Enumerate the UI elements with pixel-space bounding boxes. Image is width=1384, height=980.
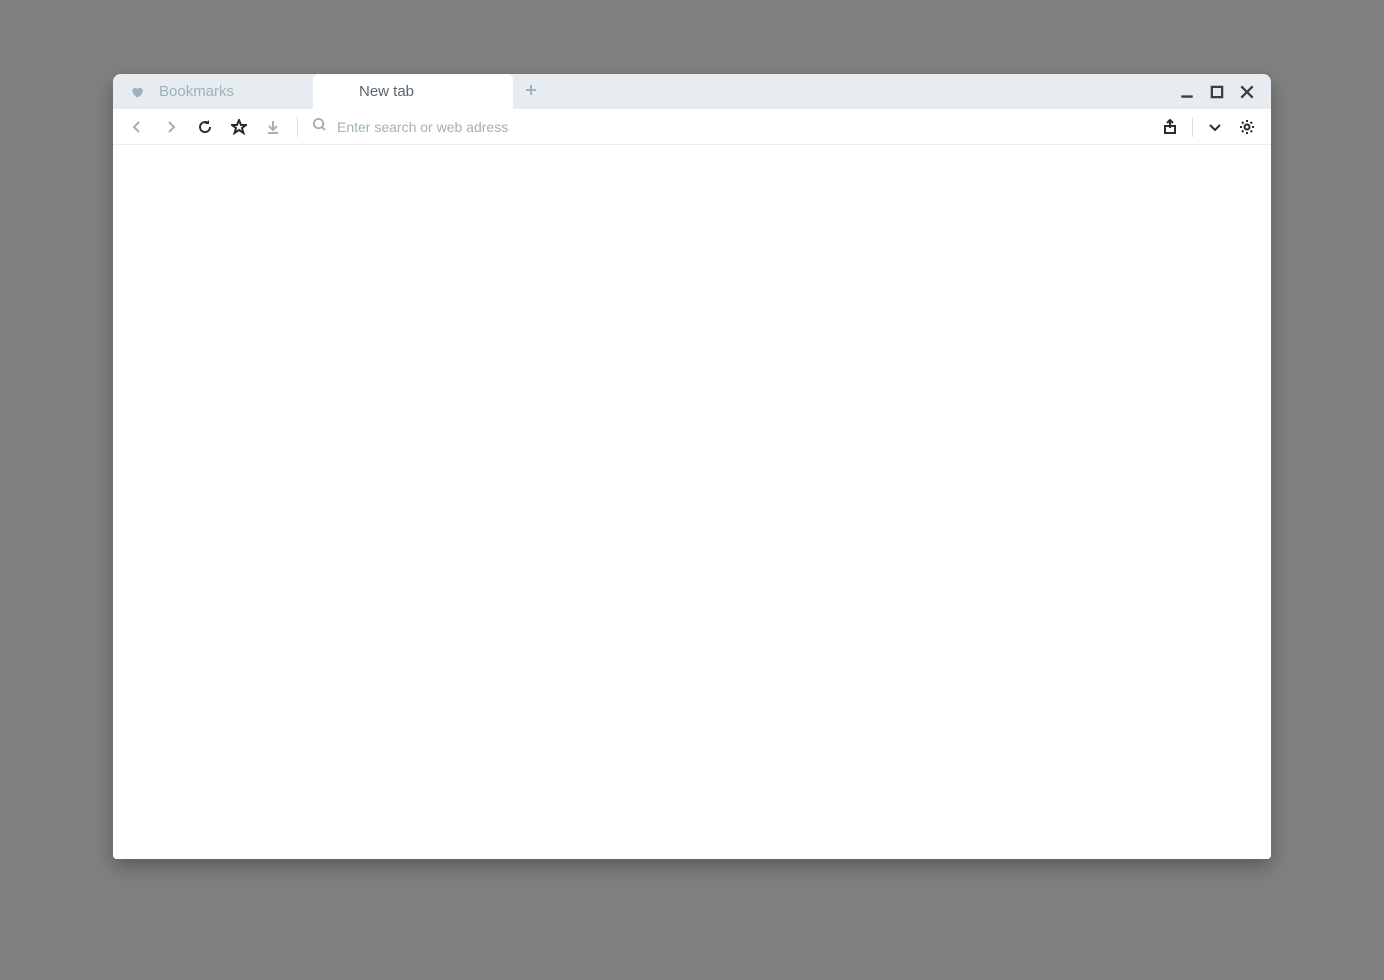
address-input[interactable]: [337, 119, 1146, 135]
close-icon: [1239, 84, 1255, 100]
tab-newtab-label: New tab: [359, 83, 414, 100]
reload-icon: [197, 119, 213, 135]
reload-button[interactable]: [195, 117, 215, 137]
settings-button[interactable]: [1237, 117, 1257, 137]
minimize-icon: [1179, 84, 1195, 100]
close-button[interactable]: [1239, 84, 1255, 100]
forward-button[interactable]: [161, 117, 181, 137]
bookmark-button[interactable]: [229, 117, 249, 137]
address-bar: [312, 117, 1146, 137]
maximize-icon: [1209, 84, 1225, 100]
share-icon: [1162, 119, 1178, 135]
share-button[interactable]: [1160, 117, 1180, 137]
new-tab-button[interactable]: [513, 74, 549, 109]
tab-bar: Bookmarks New tab: [113, 74, 1271, 109]
grid-icon: [329, 84, 345, 100]
search-icon: [312, 117, 327, 137]
chevron-left-icon: [129, 119, 145, 135]
chevron-down-icon: [1207, 119, 1223, 135]
toolbar: [113, 109, 1271, 145]
download-icon: [265, 119, 281, 135]
download-button[interactable]: [263, 117, 283, 137]
browser-window: Bookmarks New tab: [113, 74, 1271, 859]
gear-icon: [1239, 119, 1255, 135]
tab-bookmarks-label: Bookmarks: [159, 83, 234, 100]
chevron-right-icon: [163, 119, 179, 135]
more-button[interactable]: [1205, 117, 1225, 137]
content-area: [113, 145, 1271, 859]
star-icon: [231, 119, 247, 135]
toolbar-right: [1160, 117, 1257, 137]
window-controls: [1179, 74, 1271, 109]
plus-icon: [525, 83, 537, 101]
maximize-button[interactable]: [1209, 84, 1225, 100]
toolbar-divider-right: [1192, 117, 1193, 137]
toolbar-divider: [297, 117, 298, 137]
tab-newtab[interactable]: New tab: [313, 74, 513, 109]
tab-bookmarks[interactable]: Bookmarks: [113, 74, 313, 109]
heart-icon: [129, 84, 145, 100]
back-button[interactable]: [127, 117, 147, 137]
minimize-button[interactable]: [1179, 84, 1195, 100]
